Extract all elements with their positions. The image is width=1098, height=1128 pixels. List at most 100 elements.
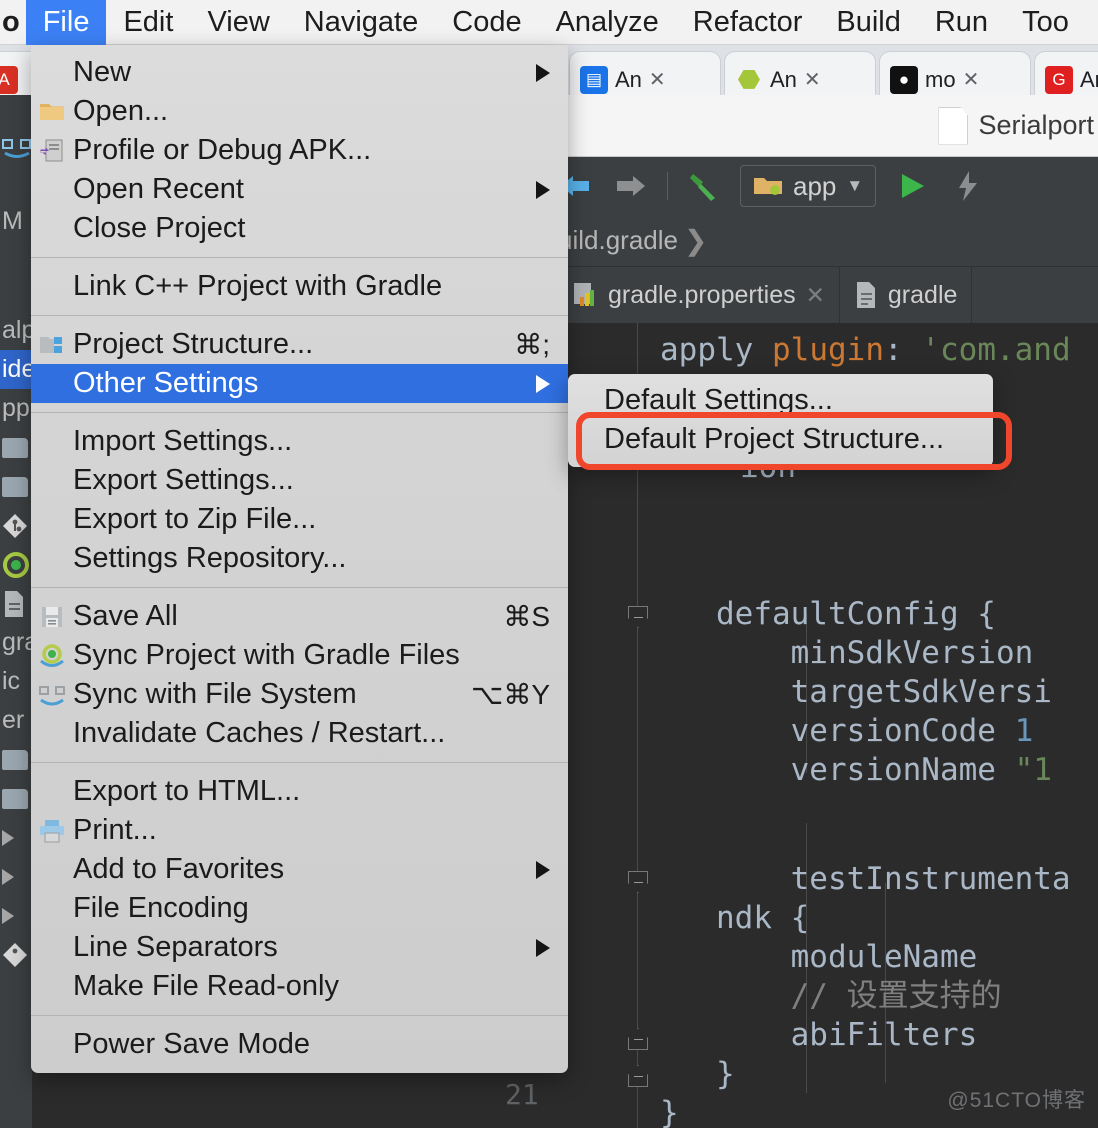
project-row[interactable] — [0, 467, 32, 506]
project-row[interactable] — [0, 896, 32, 935]
project-row[interactable] — [0, 818, 32, 857]
browser-tab-label: An — [770, 66, 797, 92]
chevron-right-icon[interactable] — [2, 829, 14, 846]
close-icon[interactable]: ✕ — [804, 67, 821, 92]
menu-item-other-settings[interactable]: Other Settings — [31, 364, 568, 403]
fold-marker-icon[interactable] — [628, 1028, 648, 1050]
menubar-item-edit[interactable]: Edit — [106, 0, 190, 45]
module-selector[interactable]: app ▼ — [740, 165, 877, 207]
module-label: app — [793, 170, 837, 201]
project-row[interactable] — [0, 584, 32, 623]
project-structure-icon — [39, 332, 65, 358]
hammer-build-icon[interactable] — [684, 169, 724, 203]
menu-item-open[interactable]: Open... — [31, 92, 568, 131]
menu-item-make-file-read-only[interactable]: Make File Read-only — [31, 967, 568, 1006]
project-row[interactable] — [0, 935, 32, 974]
browser-tab-label: An — [615, 66, 642, 92]
project-row[interactable]: alp — [0, 311, 32, 350]
close-icon[interactable]: ✕ — [649, 67, 666, 92]
menu-item-label: Other Settings — [73, 367, 259, 399]
menu-item-invalidate-caches-restart[interactable]: Invalidate Caches / Restart... — [31, 714, 568, 753]
project-row[interactable] — [0, 506, 32, 545]
project-row[interactable]: pp — [0, 389, 32, 428]
run-icon[interactable] — [892, 169, 932, 203]
breadcrumb-item[interactable]: uild.gradle — [558, 225, 678, 256]
fold-marker-icon[interactable] — [628, 606, 648, 628]
folder-icon — [39, 99, 65, 125]
chevron-down-icon[interactable]: ▼ — [846, 176, 863, 196]
menubar-item-navigate[interactable]: Navigate — [287, 0, 435, 45]
project-row[interactable]: ic — [0, 662, 32, 701]
print-icon — [39, 818, 65, 844]
project-row[interactable] — [0, 779, 32, 818]
submenu-arrow-icon — [536, 860, 550, 879]
menu-item-open-recent[interactable]: Open Recent — [31, 170, 568, 209]
menu-item-label: Save All — [73, 600, 178, 632]
menubar-item-tools[interactable]: Too — [1005, 0, 1086, 45]
git-icon — [3, 513, 27, 538]
chevron-right-icon[interactable] — [2, 868, 14, 885]
menu-item-label: Power Save Mode — [73, 1028, 310, 1060]
project-row[interactable] — [0, 545, 32, 584]
other-settings-submenu[interactable]: Default Settings... Default Project Struc… — [568, 374, 993, 467]
menubar-item-refactor[interactable]: Refactor — [676, 0, 820, 45]
editor-tab[interactable]: gradle.properties ✕ — [558, 267, 840, 323]
submenu-item-default-project-structure[interactable]: Default Project Structure... — [568, 420, 993, 459]
menu-item-line-separators[interactable]: Line Separators — [31, 928, 568, 967]
editor-tab[interactable]: gradle — [840, 267, 973, 323]
project-row[interactable] — [0, 428, 32, 467]
browser-tab-label: mo — [925, 66, 956, 92]
menu-item-link-c-project-with-gradle[interactable]: Link C++ Project with Gradle — [31, 267, 568, 306]
fold-marker-icon[interactable] — [628, 1065, 648, 1087]
menubar-item-build[interactable]: Build — [819, 0, 918, 45]
chevron-right-icon[interactable] — [2, 907, 14, 924]
project-row[interactable]: er — [0, 701, 32, 740]
menu-item-export-to-html[interactable]: Export to HTML... — [31, 772, 568, 811]
menu-item-add-to-favorites[interactable]: Add to Favorites — [31, 850, 568, 889]
menu-item-project-structure[interactable]: Project Structure... ⌘; — [31, 325, 568, 364]
menubar-item-run[interactable]: Run — [918, 0, 1005, 45]
project-row[interactable] — [0, 740, 32, 779]
menubar-item-code[interactable]: Code — [435, 0, 538, 45]
menu-item-export-settings[interactable]: Export Settings... — [31, 461, 568, 500]
menu-item-sync-with-file-system[interactable]: Sync with File System ⌥⌘Y — [31, 675, 568, 714]
menu-item-sync-project-with-gradle-files[interactable]: Sync Project with Gradle Files — [31, 636, 568, 675]
menu-item-new[interactable]: New — [31, 53, 568, 92]
instant-run-icon[interactable] — [948, 169, 988, 203]
menu-item-shortcut: ⌘S — [503, 601, 550, 632]
project-panel[interactable]: M alp ide pp gra ic er — [0, 95, 32, 1128]
close-icon[interactable]: ✕ — [963, 67, 980, 92]
menubar-item-file[interactable]: File — [25, 0, 107, 45]
file-icon — [938, 106, 969, 145]
menu-item-profile-or-debug-apk[interactable]: Profile or Debug APK... — [31, 131, 568, 170]
menu-item-export-to-zip-file[interactable]: Export to Zip File... — [31, 500, 568, 539]
fold-marker-icon[interactable] — [628, 871, 648, 893]
menubar-item-analyze[interactable]: Analyze — [539, 0, 676, 45]
menubar-item-view[interactable]: View — [190, 0, 286, 45]
menu-item-label: File Encoding — [73, 892, 249, 924]
project-row[interactable] — [0, 127, 32, 166]
save-icon — [39, 604, 65, 630]
submenu-item-default-settings[interactable]: Default Settings... — [568, 381, 993, 420]
menu-item-file-encoding[interactable]: File Encoding — [31, 889, 568, 928]
menu-item-power-save-mode[interactable]: Power Save Mode — [31, 1025, 568, 1064]
menu-separator — [31, 257, 568, 258]
folder-icon — [2, 749, 28, 770]
project-row[interactable] — [0, 857, 32, 896]
menu-item-print[interactable]: Print... — [31, 811, 568, 850]
menu-item-import-settings[interactable]: Import Settings... — [31, 422, 568, 461]
project-row[interactable]: M — [0, 202, 32, 241]
menu-item-label: Export to HTML... — [73, 775, 301, 807]
menu-item-label: Close Project — [73, 212, 246, 244]
menu-item-save-all[interactable]: Save All ⌘S — [31, 597, 568, 636]
gradle-icon — [3, 551, 29, 578]
menubar-app-fragment: o — [2, 5, 20, 38]
menu-item-close-project[interactable]: Close Project — [31, 209, 568, 248]
file-menu-dropdown[interactable]: New Open... Profile or Debug APK... Open Re… — [31, 45, 568, 1073]
forward-arrow-icon[interactable] — [611, 169, 651, 203]
menu-separator — [31, 762, 568, 763]
project-row[interactable]: gra — [0, 623, 32, 662]
menu-item-settings-repository[interactable]: Settings Repository... — [31, 539, 568, 578]
close-icon[interactable]: ✕ — [806, 282, 825, 309]
project-row[interactable]: ide — [0, 350, 32, 389]
